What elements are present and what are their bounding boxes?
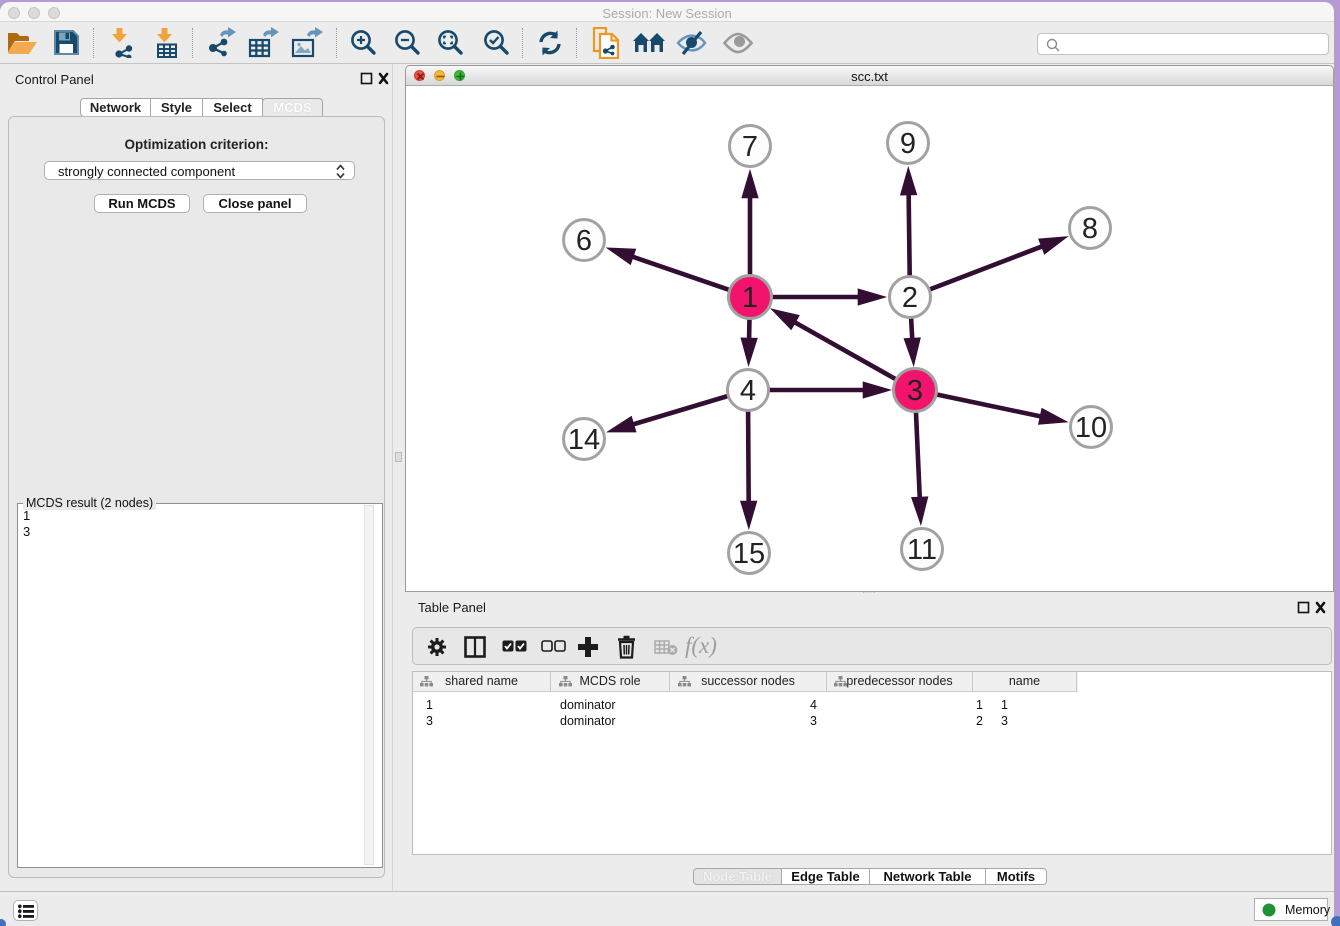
svg-text:7: 7 (742, 131, 758, 163)
svg-text:3: 3 (907, 375, 923, 407)
svg-text:10: 10 (1075, 412, 1107, 444)
svg-text:6: 6 (576, 225, 592, 257)
svg-text:4: 4 (740, 375, 756, 407)
svg-text:11: 11 (907, 534, 937, 566)
svg-text:2: 2 (902, 282, 918, 314)
svg-text:1: 1 (742, 282, 758, 314)
svg-text:14: 14 (568, 424, 600, 456)
svg-text:9: 9 (900, 128, 916, 160)
svg-text:8: 8 (1082, 213, 1098, 245)
svg-text:15: 15 (733, 538, 765, 570)
